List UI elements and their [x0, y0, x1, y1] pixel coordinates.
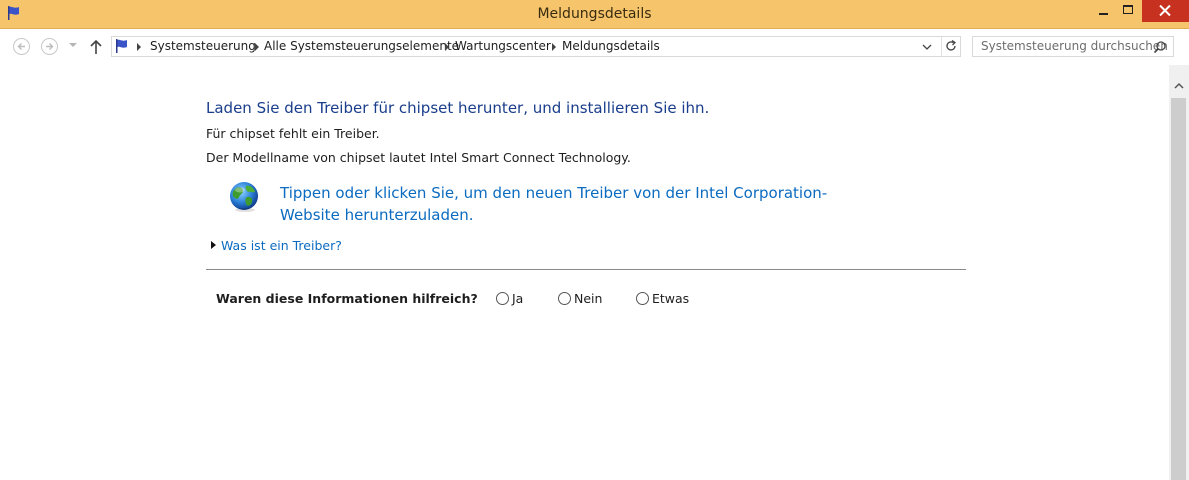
radio-button[interactable]	[636, 292, 649, 305]
download-link-line2[interactable]: Website herunterzuladen.	[280, 204, 820, 226]
message-details-panel: Laden Sie den Treiber für chipset herunt…	[0, 65, 1169, 480]
radio-label[interactable]: Nein	[574, 291, 602, 306]
radio-button[interactable]	[558, 292, 571, 305]
up-arrow-icon[interactable]	[88, 38, 104, 56]
history-dropdown-icon[interactable]	[69, 43, 77, 47]
forward-arrow-icon	[46, 43, 54, 50]
feedback-question: Waren diese Informationen hilfreich?	[216, 291, 478, 306]
globe-icon[interactable]	[228, 179, 262, 213]
radio-label[interactable]: Etwas	[652, 291, 689, 306]
what-is-driver-link[interactable]: Was ist ein Treiber?	[221, 238, 342, 253]
address-divider	[941, 37, 942, 56]
search-input[interactable]: Systemsteuerung durchsuchen	[972, 36, 1174, 57]
download-link-line1[interactable]: Tippen oder klicken Sie, um den neuen Tr…	[280, 182, 827, 204]
radio-label[interactable]: Ja	[512, 291, 523, 306]
breadcrumb-separator[interactable]	[255, 43, 259, 51]
close-icon	[1159, 5, 1171, 16]
expand-arrow-icon[interactable]	[211, 241, 216, 249]
search-icon[interactable]	[1153, 40, 1167, 54]
breadcrumb-separator[interactable]	[552, 43, 556, 51]
radio-button[interactable]	[496, 292, 509, 305]
breadcrumb-item-systemsteuerung[interactable]: Systemsteuerung	[150, 39, 256, 53]
close-button[interactable]	[1142, 0, 1189, 22]
back-button[interactable]	[13, 38, 30, 55]
search-placeholder[interactable]: Systemsteuerung durchsuchen	[981, 39, 1168, 53]
navigation-bar: Systemsteuerung Alle Systemsteuerungsele…	[0, 29, 1189, 65]
forward-button[interactable]	[41, 38, 58, 55]
download-driver-link[interactable]: Tippen oder klicken Sie, um den neuen Tr…	[280, 182, 827, 226]
breadcrumb-item-alle-elemente[interactable]: Alle Systemsteuerungselemente	[264, 39, 459, 53]
back-arrow-icon	[17, 43, 25, 50]
breadcrumb-item-meldungsdetails[interactable]: Meldungsdetails	[562, 39, 660, 53]
refresh-icon[interactable]	[944, 39, 958, 53]
vertical-scrollbar[interactable]	[1169, 65, 1189, 480]
scroll-up-icon[interactable]	[1173, 80, 1185, 92]
title-bar: Meldungsdetails	[0, 0, 1189, 29]
scrollbar-thumb[interactable]	[1171, 98, 1186, 480]
message-text-model-name: Der Modellname von chipset lautet Intel …	[206, 150, 631, 165]
breadcrumb-item-wartungscenter[interactable]: Wartungscenter	[455, 39, 551, 53]
breadcrumb-separator[interactable]	[137, 43, 141, 51]
breadcrumb-separator[interactable]	[445, 43, 449, 51]
flag-icon	[116, 39, 127, 53]
address-dropdown-icon[interactable]	[920, 40, 934, 54]
address-bar[interactable]: Systemsteuerung Alle Systemsteuerungsele…	[111, 36, 961, 57]
message-heading: Laden Sie den Treiber für chipset herunt…	[206, 99, 710, 117]
message-text-missing-driver: Für chipset fehlt ein Treiber.	[206, 126, 380, 141]
maximize-button[interactable]	[1116, 0, 1142, 22]
window-title: Meldungsdetails	[537, 6, 652, 22]
divider	[206, 269, 966, 270]
